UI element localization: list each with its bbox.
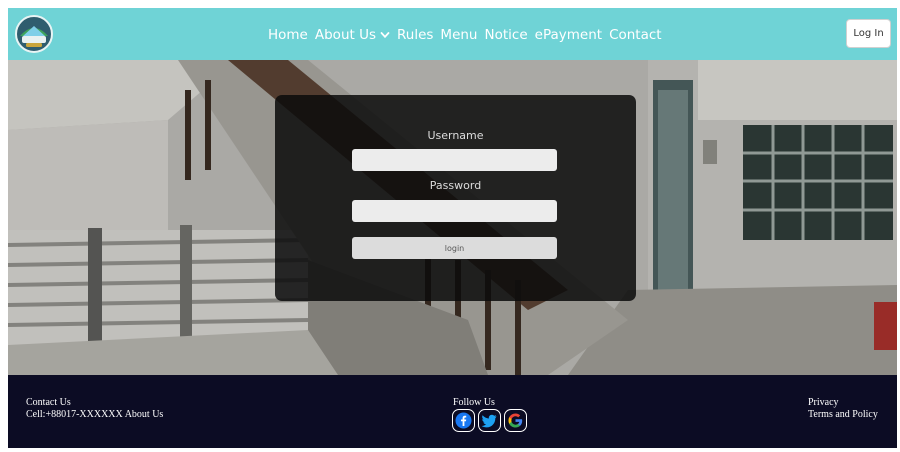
facebook-icon[interactable] [452, 409, 475, 432]
twitter-icon[interactable] [478, 409, 501, 432]
username-input[interactable] [352, 149, 557, 171]
privacy-link[interactable]: Privacy [808, 397, 878, 409]
main-nav: Home About Us Rules Menu Notice ePayment… [268, 24, 662, 46]
logo-icon[interactable] [14, 14, 54, 54]
nav-notice[interactable]: Notice [485, 27, 528, 43]
nav-rules[interactable]: Rules [397, 27, 433, 43]
nav-epayment[interactable]: ePayment [535, 27, 602, 43]
nav-contact[interactable]: Contact [609, 27, 662, 43]
terms-link[interactable]: Terms and Policy [808, 409, 878, 421]
contact-line: Cell:+88017-XXXXXX About Us [26, 409, 164, 420]
nav-home[interactable]: Home [268, 27, 308, 43]
password-input[interactable] [352, 200, 557, 222]
login-submit-button[interactable]: login [352, 237, 557, 259]
footer-legal: Privacy Terms and Policy [808, 397, 878, 421]
nav-about-us[interactable]: About Us [315, 27, 390, 43]
hero-section: Username Password login [8, 60, 897, 375]
navbar: Home About Us Rules Menu Notice ePayment… [8, 8, 897, 60]
login-card: Username Password login [275, 95, 636, 301]
footer-follow: Follow Us [453, 397, 495, 409]
social-links [452, 409, 527, 432]
contact-heading: Contact Us [26, 397, 71, 408]
nav-menu[interactable]: Menu [440, 27, 477, 43]
follow-heading: Follow Us [453, 397, 495, 408]
footer-contact: Contact Us Cell:+88017-XXXXXX About Us [26, 397, 163, 421]
footer: Contact Us Cell:+88017-XXXXXX About Us F… [8, 375, 897, 448]
password-label: Password [429, 179, 482, 192]
username-label: Username [427, 129, 484, 142]
page-frame: Home About Us Rules Menu Notice ePayment… [8, 8, 897, 448]
google-icon[interactable] [504, 409, 527, 432]
chevron-down-icon [380, 32, 390, 39]
login-button[interactable]: Log In [846, 19, 891, 48]
nav-about-us-label: About Us [314, 27, 376, 43]
